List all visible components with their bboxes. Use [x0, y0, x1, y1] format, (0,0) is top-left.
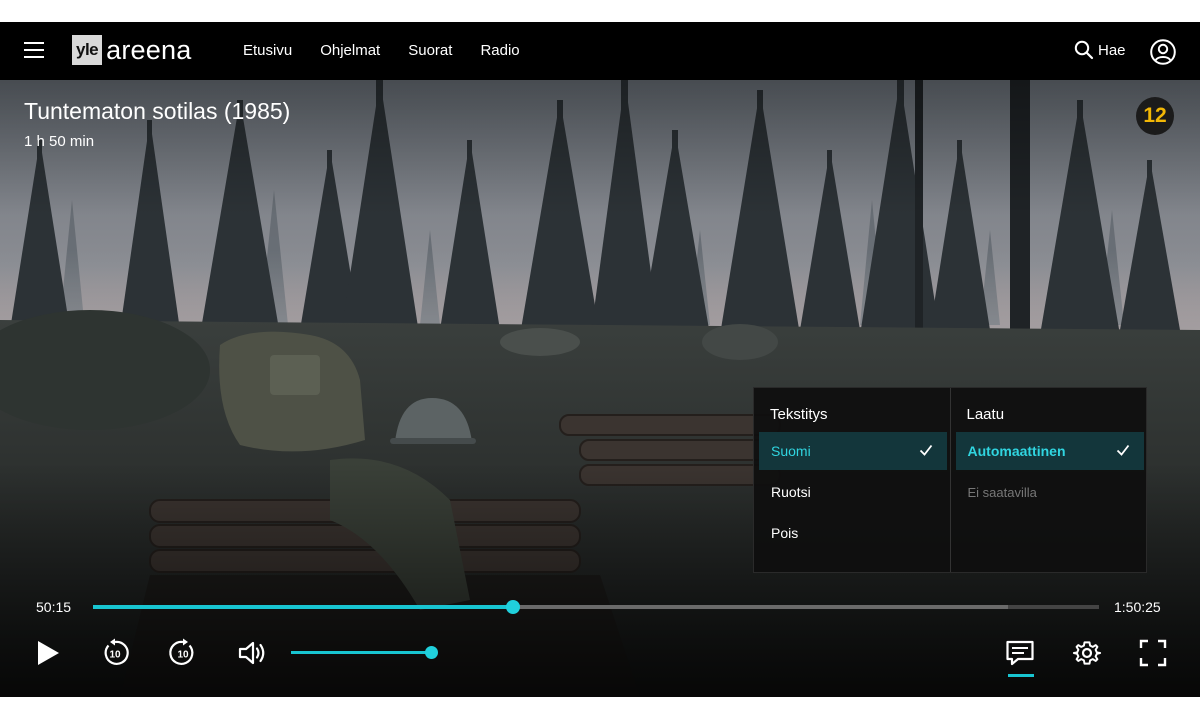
video-player-app: yle areena Etusivu Ohjelmat Suorat Radio…: [0, 22, 1200, 697]
hamburger-icon[interactable]: [24, 42, 44, 60]
video-area[interactable]: Tuntematon sotilas (1985) 1 h 50 min 12 …: [0, 80, 1200, 697]
main-nav: Etusivu Ohjelmat Suorat Radio: [243, 42, 548, 59]
search-icon: [1074, 40, 1094, 60]
progress-scrubber[interactable]: [505, 600, 520, 614]
option-label: Pois: [771, 525, 799, 541]
subtitle-option-pois[interactable]: Pois: [759, 514, 947, 552]
option-label: Automaattinen: [967, 443, 1066, 459]
user-icon[interactable]: [1150, 39, 1176, 65]
play-icon[interactable]: [32, 637, 64, 669]
total-time: 1:50:25: [1114, 599, 1161, 615]
option-label: Ruotsi: [771, 484, 811, 500]
volume-handle[interactable]: [425, 646, 438, 659]
quality-column: Laatu Automaattinen Ei saatavilla: [949, 388, 1147, 572]
subtitle-option-suomi[interactable]: Suomi: [759, 432, 947, 470]
quality-option-unavailable: Ei saatavilla: [956, 473, 1144, 511]
rewind-10-icon[interactable]: 10: [99, 637, 131, 669]
played-bar: [93, 605, 513, 609]
logo-areena-text: areena: [106, 35, 192, 65]
nav-etusivu[interactable]: Etusivu: [243, 42, 292, 59]
subtitles-column: Tekstitys Suomi Ruotsi Pois: [754, 388, 950, 572]
quality-heading: Laatu: [966, 406, 1005, 423]
program-title: Tuntematon sotilas (1985): [24, 98, 291, 124]
subtitle-option-ruotsi[interactable]: Ruotsi: [759, 473, 947, 511]
age-rating-badge: 12: [1136, 97, 1174, 135]
forward-10-icon[interactable]: 10: [167, 637, 199, 669]
subtitles-icon[interactable]: [1004, 637, 1036, 669]
subtitles-active-indicator: [1008, 674, 1034, 677]
search-label: Hae: [1098, 41, 1126, 59]
top-navigation-bar: yle areena Etusivu Ohjelmat Suorat Radio…: [0, 22, 1200, 80]
svg-text:10: 10: [177, 650, 189, 661]
option-label: Ei saatavilla: [967, 484, 1037, 500]
check-icon: [1116, 444, 1129, 456]
fullscreen-icon[interactable]: [1137, 637, 1169, 669]
current-time: 50:15: [36, 599, 72, 615]
gear-icon[interactable]: [1071, 637, 1103, 669]
nav-ohjelmat[interactable]: Ohjelmat: [320, 42, 380, 59]
player-settings-panel: Tekstitys Suomi Ruotsi Pois Laatu Automa: [753, 387, 1147, 573]
progress-bar[interactable]: [93, 600, 1099, 614]
subtitles-heading: Tekstitys: [770, 406, 828, 423]
svg-text:10: 10: [109, 650, 121, 661]
nav-suorat[interactable]: Suorat: [408, 42, 452, 59]
check-icon: [919, 444, 933, 456]
option-label: Suomi: [771, 443, 811, 459]
nav-radio[interactable]: Radio: [480, 42, 519, 59]
program-duration: 1 h 50 min: [24, 133, 95, 150]
quality-option-automaattinen[interactable]: Automaattinen: [955, 432, 1144, 470]
yle-areena-logo[interactable]: yle areena: [72, 35, 191, 65]
volume-fill: [291, 651, 431, 654]
logo-yle-text: yle: [72, 35, 103, 65]
volume-slider[interactable]: [291, 646, 438, 659]
volume-icon[interactable]: [236, 637, 268, 669]
search-button[interactable]: Hae: [1074, 40, 1126, 60]
